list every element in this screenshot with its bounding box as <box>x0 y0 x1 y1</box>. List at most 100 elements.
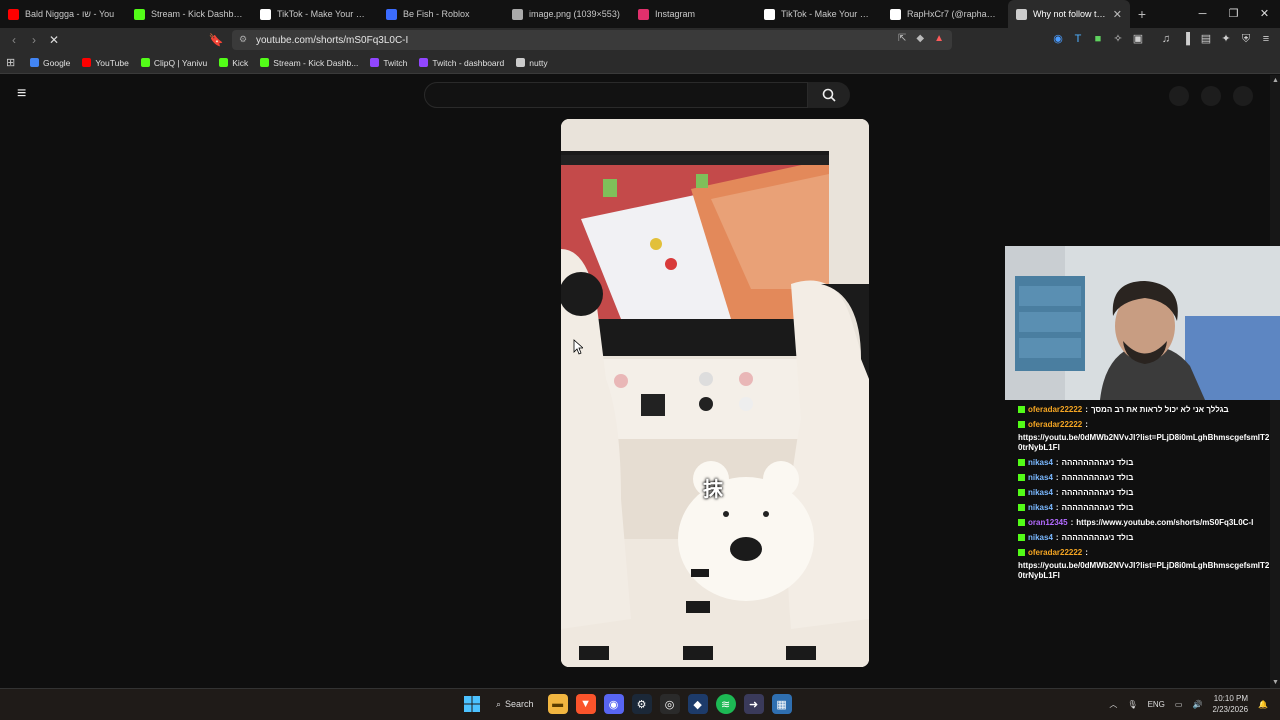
close-window-icon[interactable]: ✕ <box>1249 0 1280 28</box>
scroll-up-icon[interactable]: ▲ <box>1272 77 1279 84</box>
search-icon <box>822 88 836 102</box>
spotify-icon[interactable]: ≋ <box>715 694 736 714</box>
bookmark-item[interactable]: Kick <box>219 58 248 68</box>
app-arrow-icon[interactable]: ➜ <box>743 694 764 714</box>
wallet-icon[interactable]: ▤ <box>1200 32 1212 46</box>
chat-message: nikas4: בולד ניגהההההההה <box>1018 503 1270 513</box>
discord-icon[interactable]: ◉ <box>603 694 624 714</box>
bookmark-label: Stream - Kick Dashb... <box>273 57 359 68</box>
tab-title: Bald Niggga - שו - You <box>25 9 115 19</box>
chat-message: oran12345: https://www.youtube.com/shorts… <box>1018 518 1270 528</box>
network-icon[interactable]: ▭ <box>1175 700 1183 709</box>
browser-tab[interactable]: Stream - Kick Dashboard <box>126 0 252 28</box>
extension-translate-icon[interactable]: T <box>1072 32 1084 46</box>
shield-icon[interactable]: ◆ <box>916 33 924 44</box>
taskbar-search[interactable]: ⌕ Search <box>490 694 540 714</box>
search-button[interactable] <box>808 82 850 108</box>
forward-icon[interactable]: › <box>24 33 44 47</box>
calculator-icon[interactable]: ▦ <box>771 694 792 714</box>
chat-message: nikas4: בולד ניגהההההההה <box>1018 533 1270 543</box>
tab-title: TikTok - Make Your Day <box>277 9 370 19</box>
bookmark-icon[interactable]: 🔖 <box>206 33 226 47</box>
extensions-icon[interactable]: ✧ <box>1112 32 1124 46</box>
browser-tab[interactable]: Be Fish - Roblox <box>378 0 504 28</box>
obs-icon[interactable]: ◎ <box>659 694 680 714</box>
bookmark-item[interactable]: Stream - Kick Dashb... <box>260 58 358 68</box>
tiktok-icon <box>764 8 775 20</box>
tab-title: RapHxCr7 (@raphael.oliv... <box>907 9 1000 19</box>
music-icon[interactable]: ♫ <box>1160 32 1172 46</box>
kick-badge-icon <box>1018 406 1025 413</box>
header-circle-button[interactable] <box>1169 86 1189 106</box>
shorts-video-player[interactable]: 抹 <box>561 119 869 667</box>
menu-icon[interactable]: ≡ <box>1260 32 1272 46</box>
browser-tab[interactable]: Instagram <box>630 0 756 28</box>
browser-tab[interactable]: Bald Niggga - שו - You <box>0 0 126 28</box>
bookmark-favicon-icon <box>82 58 92 67</box>
bookmark-item[interactable]: Twitch - dashboard <box>419 58 504 68</box>
site-info-icon[interactable]: ⚙ <box>239 34 247 45</box>
volume-icon[interactable]: 🔊 <box>1192 700 1202 709</box>
bookmark-label: YouTube <box>95 57 129 68</box>
file-explorer-icon[interactable]: ▬ <box>547 694 568 714</box>
chat-text: https://youtu.be/0dMWb2NVvJI?list=PLjD8i… <box>1018 433 1270 452</box>
browser-tab-strip: Bald Niggga - שו - You Stream - Kick Dash… <box>0 0 1280 28</box>
chat-text: בגללך אני לא יכול לראות את רב המסך <box>1090 405 1229 414</box>
apps-grid-icon[interactable]: ⊞ <box>6 56 20 69</box>
back-icon[interactable]: ‹ <box>4 33 24 47</box>
webcam-frame <box>1005 246 1280 400</box>
minimize-icon[interactable]: ─ <box>1187 0 1218 28</box>
header-circle-button[interactable] <box>1233 86 1253 106</box>
chat-separator: : <box>1085 405 1088 414</box>
close-tab-icon[interactable]: ✕ <box>1113 8 1122 21</box>
vpn-shield-icon[interactable]: ⛨ <box>1240 32 1252 46</box>
screenshot-icon[interactable]: ▣ <box>1132 32 1144 46</box>
app-icon[interactable]: ◆ <box>687 694 708 714</box>
address-bar[interactable]: ⚙ youtube.com/shorts/mS0Fq3L0C-I ⇱ ◆ ▲ <box>232 30 952 50</box>
clock[interactable]: 10:10 PM 2/23/2026 <box>1212 693 1248 715</box>
sidebar-icon[interactable]: ▐ <box>1180 32 1192 46</box>
microphone-icon[interactable]: 🎙 <box>1127 700 1137 709</box>
rewards-icon[interactable]: ▲ <box>934 33 944 44</box>
chat-username: nikas4 <box>1028 473 1053 482</box>
leo-icon[interactable]: ✦ <box>1220 32 1232 46</box>
restore-icon[interactable]: ❐ <box>1218 0 1249 28</box>
bookmark-favicon-icon <box>260 58 270 67</box>
tab-title: image.png (1039×553) <box>529 9 620 19</box>
browser-tab[interactable]: Why not follow the... ✕ <box>1008 0 1130 28</box>
tab-title: Why not follow the... <box>1033 9 1107 19</box>
windows-start-icon[interactable] <box>462 694 482 714</box>
youtube-icon <box>8 8 19 20</box>
chat-username: oferadar22222 <box>1028 420 1083 429</box>
bookmark-item[interactable]: nutty <box>516 58 548 68</box>
browser-tab[interactable]: TikTok - Make Your Day <box>252 0 378 28</box>
header-circle-button[interactable] <box>1201 86 1221 106</box>
bookmark-item[interactable]: Twitch <box>370 58 407 68</box>
scroll-down-icon[interactable]: ▼ <box>1272 679 1279 686</box>
extension-audio-icon[interactable]: ◉ <box>1052 32 1064 46</box>
extension-green-icon[interactable]: ■ <box>1092 32 1104 46</box>
tab-title: TikTok - Make Your Day <box>781 9 874 19</box>
video-caption-char: 抹 <box>703 479 723 501</box>
browser-tab[interactable]: image.png (1039×553) <box>504 0 630 28</box>
new-tab-button[interactable]: + <box>1130 6 1154 22</box>
chevron-up-icon[interactable]: ︿ <box>1109 699 1117 710</box>
browser-tab[interactable]: TikTok - Make Your Day <box>756 0 882 28</box>
bookmark-item[interactable]: Google <box>30 58 70 68</box>
notifications-icon[interactable]: 🔔 <box>1258 700 1268 709</box>
globe-icon <box>512 8 523 20</box>
browser-tab[interactable]: RapHxCr7 (@raphael.oliv... <box>882 0 1008 28</box>
stop-loading-icon[interactable]: ✕ <box>44 33 64 47</box>
bookmark-item[interactable]: ClipQ | Yanivu <box>140 58 207 68</box>
search-input[interactable] <box>424 82 808 108</box>
language-indicator[interactable]: ENG <box>1148 700 1165 709</box>
brave-browser-icon[interactable]: ▼ <box>575 694 596 714</box>
instagram-icon <box>638 8 649 20</box>
extension-icons: ◉ T ■ ✧ ▣ ♫ ▐ ▤ ✦ ⛨ ≡ <box>1052 32 1272 46</box>
chat-username: oferadar22222 <box>1028 405 1083 414</box>
hamburger-menu-icon[interactable]: ≡ <box>17 86 31 102</box>
steam-icon[interactable]: ⚙ <box>631 694 652 714</box>
chat-text: בולד ניגהההההההה <box>1061 488 1134 497</box>
share-icon[interactable]: ⇱ <box>898 33 906 44</box>
bookmark-item[interactable]: YouTube <box>82 57 129 68</box>
